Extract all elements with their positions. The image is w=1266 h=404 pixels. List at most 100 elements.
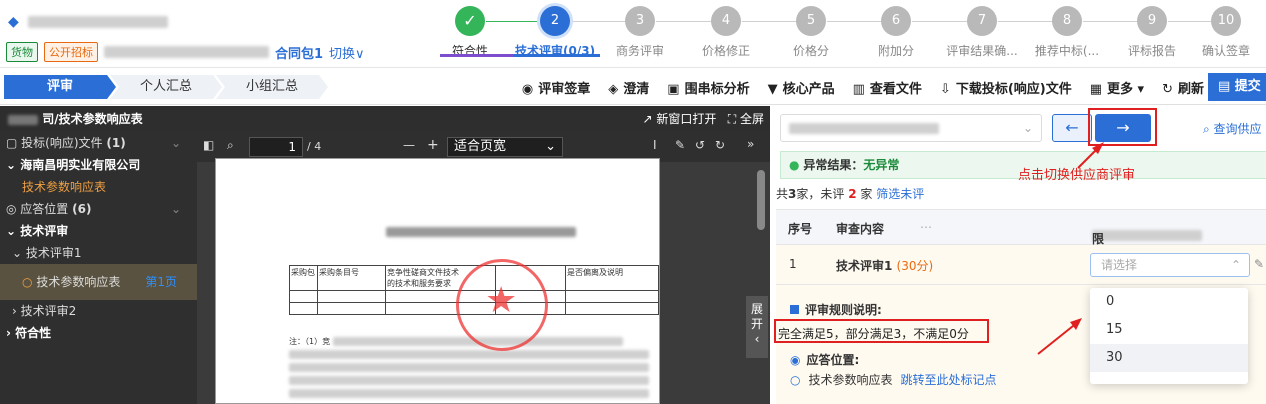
tool-buttons: ◉ 评审签章 ◈ 澄清 ▣ 围串标分析 ▼ 核心产品 ▥ 查看文件 ⇩ 下载投标(响应)文件… (522, 69, 1204, 105)
seal-icon: ◉ (521, 81, 534, 97)
step-1[interactable]: ✓ 符合性 (430, 6, 510, 59)
tab-group-summary[interactable]: 小组汇总 (216, 75, 328, 99)
step-3[interactable]: 3 商务评审 (600, 6, 680, 59)
new-window-button[interactable]: ↗ 新窗口打开 (642, 112, 716, 126)
grid-icon: ▦ (1089, 81, 1103, 97)
supplier-count: 共3家，未评 2 家 筛选未评 (776, 187, 925, 201)
step-9[interactable]: 9 评标报告 (1112, 6, 1192, 59)
project-meta: 货物 公开招标 合同包1 切换∨ (6, 42, 365, 62)
step-8[interactable]: 8 推荐中标(... (1027, 6, 1107, 59)
chevron-down-icon: ⌄ (170, 202, 181, 216)
rotate-left-icon[interactable]: ↺ (695, 138, 705, 152)
step-5[interactable]: 5 价格分 (771, 6, 851, 59)
pin-icon: ◉ (790, 353, 801, 367)
tree-positions[interactable]: ◎ 应答位置 (6) ⌄ (0, 198, 197, 220)
tree-tech-review[interactable]: ⌄ 技术评审 (0, 220, 197, 242)
step-4[interactable]: 4 价格修正 (686, 6, 766, 59)
supplier-select[interactable]: ⌄ (780, 114, 1042, 142)
chevron-down-icon: ⌄ (170, 136, 181, 150)
search-icon[interactable]: ⌕ (227, 138, 234, 153)
company-seal: ★ (456, 259, 548, 351)
step-2[interactable]: 2 技术评审(0/3) (515, 6, 595, 59)
tree-table[interactable]: 技术参数响应表 (0, 176, 197, 198)
rotate-right-icon[interactable]: ↻ (715, 138, 725, 152)
rule-label: 评审规则说明: (790, 301, 882, 318)
download-bid-button[interactable]: ⇩ 下载投标(响应)文件 (940, 78, 1072, 97)
redacted-project-name (27, 16, 168, 28)
expand-panel-button[interactable]: 展开 ‹ (746, 296, 768, 358)
sort-icon[interactable]: ⋯ (920, 220, 932, 234)
tree-tech-review-2[interactable]: › 技术评审2 (0, 300, 197, 322)
position-item: ○ 技术参数响应表 跳转至此处标记点 (790, 373, 997, 387)
chevron-up-icon: ⌃ (1230, 258, 1241, 272)
more-button[interactable]: ▦ 更多 ▾ (1090, 78, 1144, 97)
query-supplier-link[interactable]: ⌕ 查询供应 (1203, 120, 1262, 137)
score-option[interactable]: 30 (1090, 344, 1248, 372)
tree-tech-review-1[interactable]: ⌄ 技术评审1 (0, 242, 197, 264)
pdf-page: 采购包 采购条目号 竞争性磋商文件技术 的技术和服务要求 是否偏离及说明 注：（1… (215, 158, 660, 404)
submit-button[interactable]: ▤ 提交 (1208, 73, 1266, 101)
sign-button[interactable]: ◉ 评审签章 (522, 78, 590, 97)
clarify-icon: ◈ (608, 81, 619, 97)
pdf-scrollbar[interactable] (754, 162, 768, 404)
tag-goods: 货物 (6, 42, 38, 62)
tab-review[interactable]: 评审 (4, 75, 116, 99)
fullscreen-button[interactable]: ⛶ 全屏 (728, 112, 764, 126)
double-chevron-icon[interactable]: » (747, 137, 754, 151)
document-header: 司/技术参数响应表 ↗ 新窗口打开 ⛶ 全屏 (0, 106, 770, 132)
switch-pack-button[interactable]: 切换∨ (329, 43, 365, 62)
collusion-analysis-button[interactable]: ▣ 围串标分析 (667, 78, 749, 97)
tree-compliance[interactable]: › 符合性 (0, 322, 197, 344)
tree-files[interactable]: ▢ 投标(响应)文件 (1) ⌄ (0, 132, 197, 154)
zoom-out-button[interactable]: — (403, 138, 415, 152)
annotation-hint: 点击切换供应商评审 (1018, 168, 1136, 183)
page-number-input[interactable]: 1 (249, 137, 303, 157)
table-row: 1 技术评审1 (30分) 请选择 ⌃ ✎ (776, 245, 1266, 285)
check-circle-icon: ● (789, 158, 800, 172)
step-10[interactable]: 10 确认签章 (1186, 6, 1266, 59)
jump-to-mark-link[interactable]: 跳转至此处标记点 (901, 373, 997, 387)
top-header: ◆ 货物 公开招标 合同包1 切换∨ ✓ 符合性 2 技术评审(0/3) 3 商务评审… (0, 0, 1266, 68)
project-title: ◆ (8, 14, 168, 30)
toolbar: 评审 个人汇总 小组汇总 ◉ 评审签章 ◈ 澄清 ▣ 围串标分析 ▼ 核心产品 ▥ 查看文… (0, 69, 1266, 105)
step-6[interactable]: 6 附加分 (856, 6, 936, 59)
tree-company[interactable]: ⌄ 海南昌明实业有限公司 (0, 154, 197, 176)
sidebar-toggle-icon[interactable]: ◧ (203, 138, 214, 152)
core-product-button[interactable]: ▼ 核心产品 (768, 78, 835, 97)
highlight-box-rule (774, 319, 989, 343)
document-title: 司/技术参数响应表 (42, 112, 143, 126)
score-select[interactable]: 请选择 ⌃ (1090, 253, 1250, 277)
score-dropdown-menu: 0 15 30 (1090, 288, 1248, 384)
text-cursor-icon[interactable]: I (653, 138, 657, 152)
contract-pack: 合同包1 (275, 46, 324, 62)
step-underline-current (514, 54, 600, 57)
tree-position-item[interactable]: ○ 技术参数响应表 第1页 (0, 264, 197, 300)
zoom-in-button[interactable]: + (427, 137, 439, 153)
prev-supplier-button[interactable]: ← (1052, 114, 1092, 142)
tab-personal-summary[interactable]: 个人汇总 (110, 75, 222, 99)
filter-unreviewed-link[interactable]: 筛选未评 (876, 187, 924, 201)
edit-icon[interactable]: ✎ (1254, 257, 1264, 271)
marker-icon: ○ (22, 275, 33, 289)
redacted-project-code (104, 46, 269, 58)
redacted-doc-title (386, 227, 576, 237)
chevron-down-icon: ⌄ (1022, 121, 1033, 135)
highlight-box-next (1088, 108, 1157, 146)
filter-icon: ▼ (767, 81, 778, 97)
file-tree: ▢ 投标(响应)文件 (1) ⌄ ⌄ 海南昌明实业有限公司 技术参数响应表 ◎ 应… (0, 132, 197, 404)
zoom-select[interactable]: 适合页宽 ⌄ (447, 137, 563, 157)
view-file-button[interactable]: ▥ 查看文件 (853, 78, 922, 97)
tag-open-bid: 公开招标 (44, 42, 98, 62)
pen-icon[interactable]: ✎ (675, 138, 685, 152)
step-7[interactable]: 7 评审结果确... (942, 6, 1022, 59)
score-option[interactable]: 0 (1090, 288, 1248, 316)
refresh-button[interactable]: ↻ 刷新 (1162, 78, 1204, 97)
score-option[interactable]: 15 (1090, 316, 1248, 344)
clarify-button[interactable]: ◈ 澄清 (608, 78, 649, 97)
page-ref[interactable]: 第1页 (145, 264, 177, 300)
analysis-icon: ▣ (667, 81, 680, 97)
layers-icon: ◆ (8, 14, 19, 30)
file-icon: ▥ (852, 81, 865, 97)
table-header: 序号 审查内容 ⋯ 限公司 (776, 209, 1266, 280)
refresh-icon: ↻ (1162, 81, 1173, 97)
